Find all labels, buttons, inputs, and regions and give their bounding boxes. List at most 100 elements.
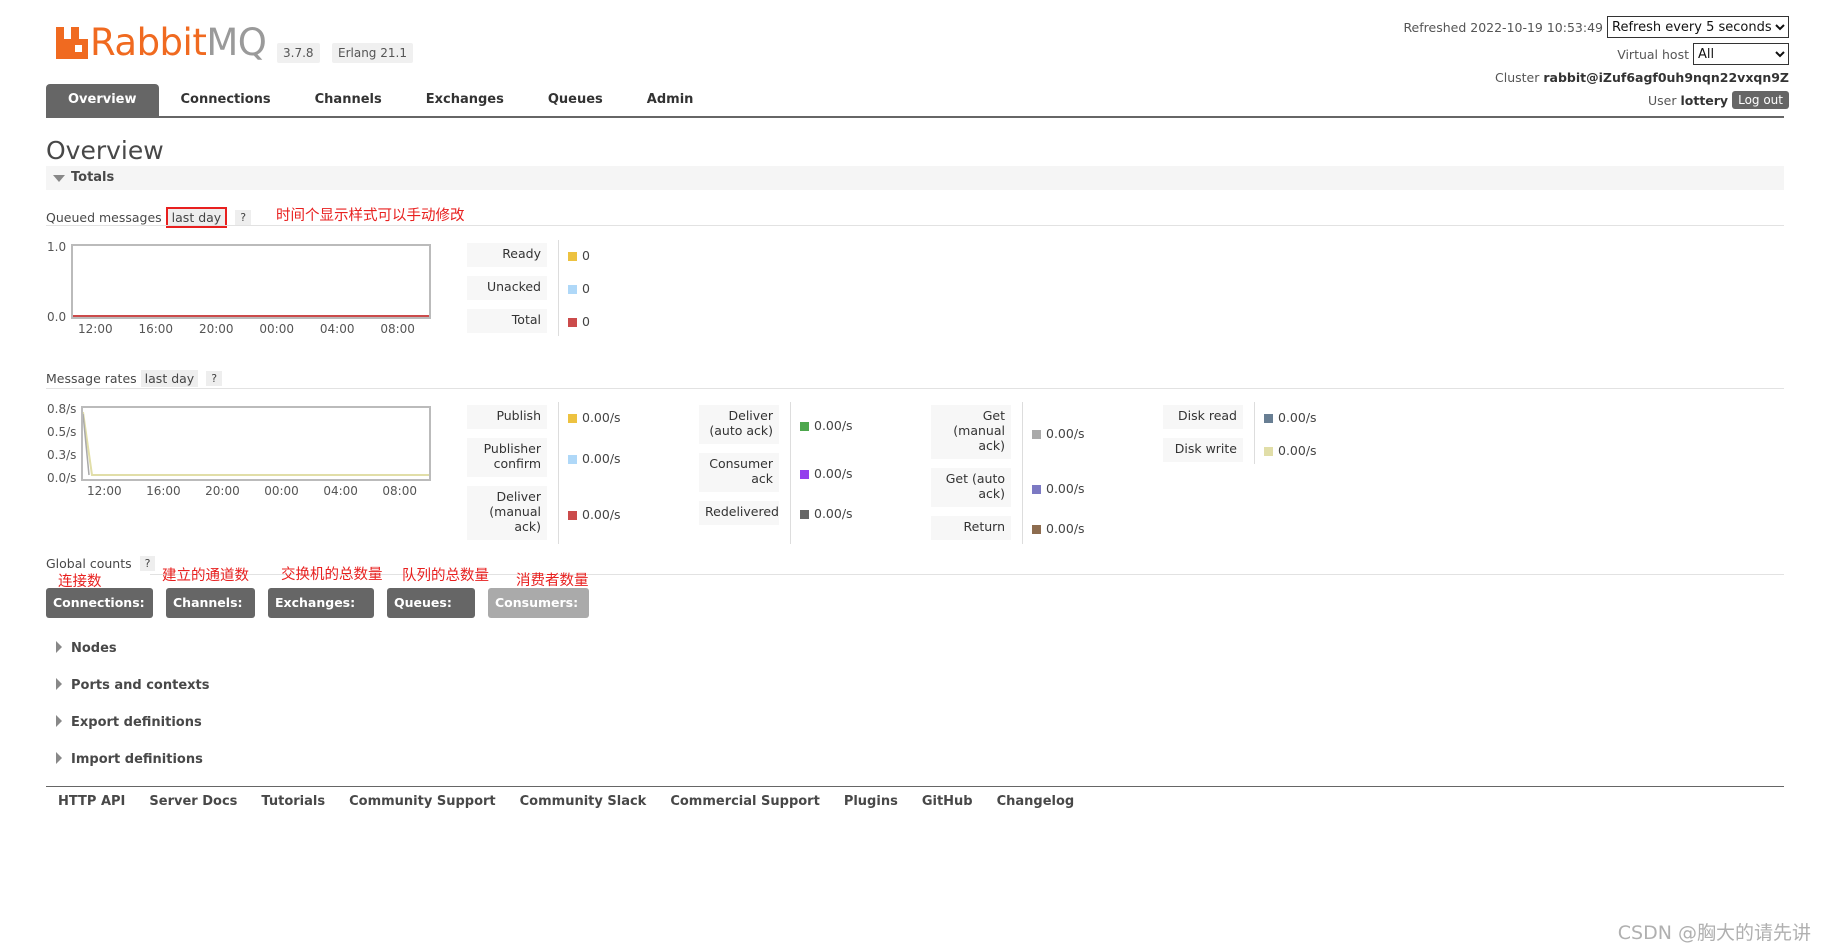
erlang-badge: Erlang 21.1 — [332, 43, 413, 63]
rate-return-label: Return — [931, 516, 1011, 540]
user-name: lottery — [1680, 92, 1729, 108]
legend-swatch — [1032, 525, 1041, 534]
refreshed-text: Refreshed 2022-10-19 10:53:49 — [1403, 19, 1603, 35]
expand-right-icon — [56, 678, 62, 690]
rate-redelivered-label: Redelivered — [699, 501, 779, 525]
logout-button[interactable]: Log out — [1732, 91, 1789, 109]
user-label: User — [1647, 92, 1677, 108]
expand-right-icon — [56, 641, 62, 653]
footer-link-changelog[interactable]: Changelog — [997, 794, 1075, 809]
rate-publisher-confirm-label: Publisher confirm — [467, 438, 547, 477]
rates-range-selector[interactable]: last day — [140, 370, 199, 387]
queued-y-tick: 0.0 — [47, 310, 67, 324]
vhost-select[interactable]: All — [1693, 43, 1789, 65]
legend-swatch — [1264, 414, 1273, 423]
footer-link-plugins[interactable]: Plugins — [844, 794, 898, 809]
nodes-section-toggle[interactable]: Nodes — [56, 641, 117, 656]
legend-swatch — [568, 252, 577, 261]
rabbitmq-logo-icon — [56, 25, 88, 59]
footer-link-community-slack[interactable]: Community Slack — [520, 794, 647, 809]
rate-deliver-auto-value: 0.00/s — [800, 418, 853, 433]
legend-swatch — [800, 510, 809, 519]
connections-count-button[interactable]: Connections: 4 — [46, 588, 153, 640]
divider — [150, 574, 1784, 575]
footer-links: HTTP API Server Docs Tutorials Community… — [58, 794, 1074, 809]
totals-section-header[interactable]: Totals — [46, 166, 1784, 190]
stat-divider — [558, 402, 559, 544]
stat-ready-label: Ready — [467, 243, 547, 267]
rates-x-tick: 16:00 — [146, 484, 181, 498]
import-definitions-section-toggle[interactable]: Import definitions — [56, 752, 203, 767]
tab-connections[interactable]: Connections — [159, 84, 293, 116]
queued-x-tick: 20:00 — [198, 322, 234, 336]
stat-unacked-label: Unacked — [467, 276, 547, 300]
rate-get-manual-label: Get (manual ack) — [931, 405, 1011, 459]
footer-divider — [46, 786, 1784, 787]
footer-link-http-api[interactable]: HTTP API — [58, 794, 125, 809]
channels-count-button[interactable]: Channels: 7 — [166, 588, 255, 640]
rates-series-line — [83, 411, 429, 476]
legend-swatch — [1032, 430, 1041, 439]
rate-get-auto-label: Get (auto ack) — [931, 468, 1011, 507]
tab-queues[interactable]: Queues — [526, 84, 625, 116]
stat-total-value: 0 — [568, 314, 590, 329]
rate-disk-read-label: Disk read — [1163, 405, 1243, 429]
global-help-button[interactable]: ? — [139, 556, 156, 571]
footer-link-commercial-support[interactable]: Commercial Support — [670, 794, 820, 809]
rate-disk-read-value: 0.00/s — [1264, 410, 1317, 425]
tab-overview[interactable]: Overview — [46, 84, 159, 116]
consumers-count-button[interactable]: Consumers: 4 — [488, 588, 589, 640]
vhost-row: Virtual host All — [1617, 43, 1789, 65]
expand-right-icon — [56, 715, 62, 727]
queued-x-tick: 08:00 — [380, 322, 415, 336]
ports-contexts-section-toggle[interactable]: Ports and contexts — [56, 678, 209, 693]
annotation-time-style: 时间个显示样式可以手动修改 — [276, 208, 465, 224]
footer-link-tutorials[interactable]: Tutorials — [261, 794, 325, 809]
tab-channels[interactable]: Channels — [293, 84, 404, 116]
collapse-down-icon — [53, 175, 65, 182]
rate-consumer-ack-value: 0.00/s — [800, 466, 853, 481]
cluster-row: Cluster rabbit@iZuf6agf0uh9nqn22vxqn9Z — [1495, 70, 1789, 85]
rates-y-tick: 0.8/s — [47, 402, 77, 416]
rate-get-manual-value: 0.00/s — [1032, 426, 1085, 441]
stat-divider — [1254, 402, 1255, 464]
exchanges-count-button[interactable]: Exchanges: 34 — [268, 588, 374, 640]
stat-total-label: Total — [467, 309, 547, 333]
rate-publish-value: 0.00/s — [568, 410, 621, 425]
main-nav: Overview Connections Channels Exchanges … — [46, 84, 715, 116]
csdn-watermark: CSDN @胸大的请先讲 — [1617, 922, 1811, 944]
queued-x-tick: 16:00 — [138, 322, 174, 336]
footer-link-github[interactable]: GitHub — [922, 794, 973, 809]
rate-deliver-auto-label: Deliver (auto ack) — [699, 405, 779, 444]
queued-help-button[interactable]: ? — [235, 210, 252, 225]
tab-admin[interactable]: Admin — [625, 84, 716, 116]
expand-right-icon — [56, 752, 62, 764]
queues-count-button[interactable]: Queues: 10 — [387, 588, 475, 640]
refresh-select[interactable]: Refresh every 5 seconds — [1607, 16, 1789, 38]
global-counts-header: Global counts ? — [46, 556, 156, 571]
totals-label: Totals — [71, 170, 115, 185]
export-definitions-section-toggle[interactable]: Export definitions — [56, 715, 202, 730]
annotation-queues: 队列的总数量 — [402, 568, 489, 584]
queued-y-tick: 1.0 — [47, 240, 67, 254]
footer-link-community-support[interactable]: Community Support — [349, 794, 496, 809]
annotation-channels: 建立的通道数 — [162, 568, 249, 584]
rates-plot — [83, 411, 429, 476]
rates-x-tick: 04:00 — [323, 484, 358, 498]
user-row: User lottery Log out — [1648, 91, 1789, 109]
rate-disk-write-label: Disk write — [1163, 438, 1243, 462]
legend-swatch — [1264, 447, 1273, 456]
rates-help-button[interactable]: ? — [206, 371, 223, 386]
message-rates-header: Message rates last day ? — [46, 370, 223, 387]
queued-x-tick: 12:00 — [78, 322, 113, 336]
tab-exchanges[interactable]: Exchanges — [404, 84, 526, 116]
legend-swatch — [568, 511, 577, 520]
rates-y-tick: 0.3/s — [47, 448, 77, 462]
global-counts-label: Global counts — [46, 556, 132, 571]
annotation-consumers: 消费者数量 — [516, 573, 589, 589]
legend-swatch — [1032, 485, 1041, 494]
annotation-exchanges: 交换机的总数量 — [281, 567, 383, 583]
rates-y-tick: 0.0/s — [47, 471, 77, 485]
footer-link-server-docs[interactable]: Server Docs — [149, 794, 237, 809]
rate-disk-write-value: 0.00/s — [1264, 443, 1317, 458]
